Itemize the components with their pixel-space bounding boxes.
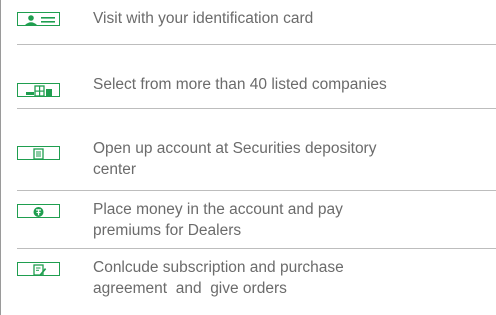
step-2-label: Select from more than 40 listed companie…: [93, 76, 387, 93]
step-4-label: Place money in the account and pay premi…: [93, 201, 343, 239]
buildings-icon: [17, 83, 60, 97]
left-border-rule: [0, 0, 1, 315]
divider-rule: [17, 248, 496, 249]
document-icon: [17, 146, 60, 160]
step-5-label: Conlcude subscription and purchase agree…: [93, 259, 344, 297]
money-icon: [17, 204, 60, 218]
divider-rule: [17, 190, 496, 191]
step-3-label: Open up account at Securities depository…: [93, 140, 377, 178]
divider-rule: [17, 44, 496, 45]
step-1-label: Visit with your identification card: [93, 10, 314, 27]
divider-rule: [17, 108, 496, 109]
id-card-icon: [17, 12, 60, 26]
contract-icon: [17, 262, 60, 276]
